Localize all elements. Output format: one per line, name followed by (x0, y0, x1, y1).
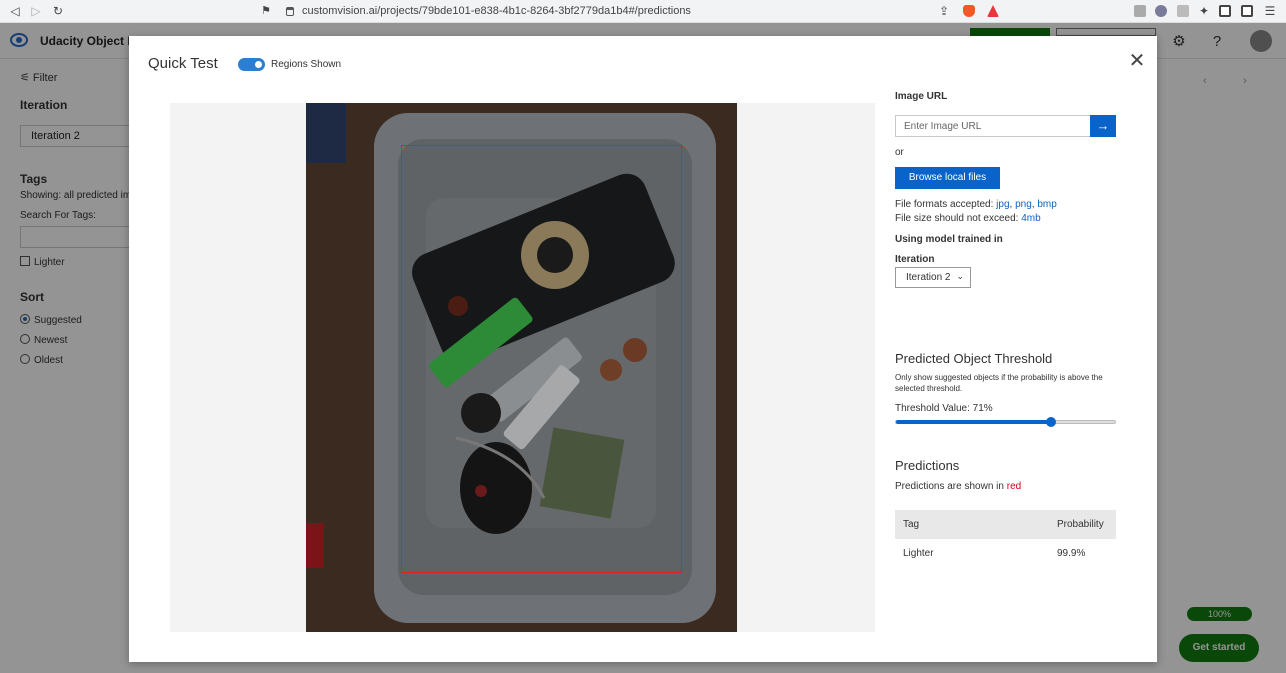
predictions-description: Predictions are shown in red (895, 481, 1022, 492)
lock-icon (286, 7, 294, 16)
file-formats-text: File formats accepted: jpg, png, bmp (895, 199, 1057, 210)
or-text: or (895, 147, 904, 158)
browser-toolbar: ◁ ▷ ↻ ⚑ customvision.ai/projects/79bde10… (0, 0, 1286, 23)
prediction-bounding-box[interactable] (401, 145, 682, 573)
sidebar-icon[interactable] (1219, 5, 1231, 17)
image-url-heading: Image URL (895, 91, 948, 102)
table-row[interactable]: Lighter 99.9% (895, 539, 1116, 568)
regions-toggle[interactable] (238, 58, 265, 71)
back-icon[interactable]: ◁ (8, 4, 22, 18)
brave-shield-icon[interactable] (963, 5, 975, 17)
url-text: customvision.ai/projects/79bde101-e838-4… (302, 5, 691, 17)
reload-icon[interactable]: ↻ (51, 4, 65, 18)
address-bar[interactable]: customvision.ai/projects/79bde101-e838-4… (280, 3, 960, 20)
test-image (306, 103, 737, 632)
threshold-heading: Predicted Object Threshold (895, 351, 1053, 366)
menu-icon[interactable]: ☰ (1263, 4, 1277, 18)
regions-toggle-label: Regions Shown (271, 59, 342, 70)
quick-test-dialog: Quick Test Regions Shown ✕ Image URL Ent… (129, 36, 1157, 662)
chevron-down-icon: ⌄ (956, 271, 964, 281)
column-header-probability: Probability (1057, 519, 1104, 530)
extension-icon-3[interactable] (1177, 5, 1189, 17)
dialog-title: Quick Test (148, 55, 218, 72)
share-icon[interactable]: ⇪ (937, 4, 951, 18)
extension-icon-2[interactable] (1155, 5, 1167, 17)
slider-fill (896, 420, 1052, 424)
image-preview-area (170, 103, 875, 632)
image-url-input[interactable] (895, 115, 1091, 137)
extension-icon-1[interactable] (1134, 5, 1146, 17)
close-icon[interactable]: ✕ (1128, 51, 1146, 71)
threshold-description-2: selected threshold. (895, 384, 963, 393)
wallet-icon[interactable] (1241, 5, 1253, 17)
slider-thumb[interactable] (1046, 417, 1057, 427)
table-header: Tag Probability (895, 510, 1116, 539)
predictions-heading: Predictions (895, 458, 960, 473)
bookmark-icon[interactable]: ⚑ (259, 4, 273, 18)
submit-arrow-icon[interactable]: → (1090, 115, 1116, 137)
format-link[interactable]: bmp (1037, 199, 1056, 210)
brave-rewards-icon[interactable] (987, 5, 999, 17)
browse-local-files-button[interactable]: Browse local files (895, 167, 1000, 189)
file-size-limit: 4mb (1021, 213, 1041, 224)
forward-icon[interactable]: ▷ (29, 4, 43, 18)
threshold-value-label: Threshold Value: 71% (895, 403, 993, 414)
iteration-label: Iteration (895, 254, 935, 265)
row-tag: Lighter (903, 548, 934, 559)
threshold-description-1: Only show suggested objects if the proba… (895, 373, 1103, 382)
predictions-table: Tag Probability Lighter 99.9% (895, 510, 1116, 568)
row-probability: 99.9% (1057, 548, 1086, 559)
iteration-dropdown[interactable]: Iteration 2 ⌄ (895, 267, 971, 288)
format-link[interactable]: jpg (996, 199, 1009, 210)
extensions-icon[interactable]: ✦ (1197, 4, 1211, 18)
file-size-text: File size should not exceed: 4mb (895, 213, 1041, 224)
model-heading: Using model trained in (895, 234, 1003, 245)
column-header-tag: Tag (903, 519, 920, 530)
threshold-slider[interactable] (895, 417, 1116, 427)
format-link[interactable]: png (1015, 199, 1032, 210)
